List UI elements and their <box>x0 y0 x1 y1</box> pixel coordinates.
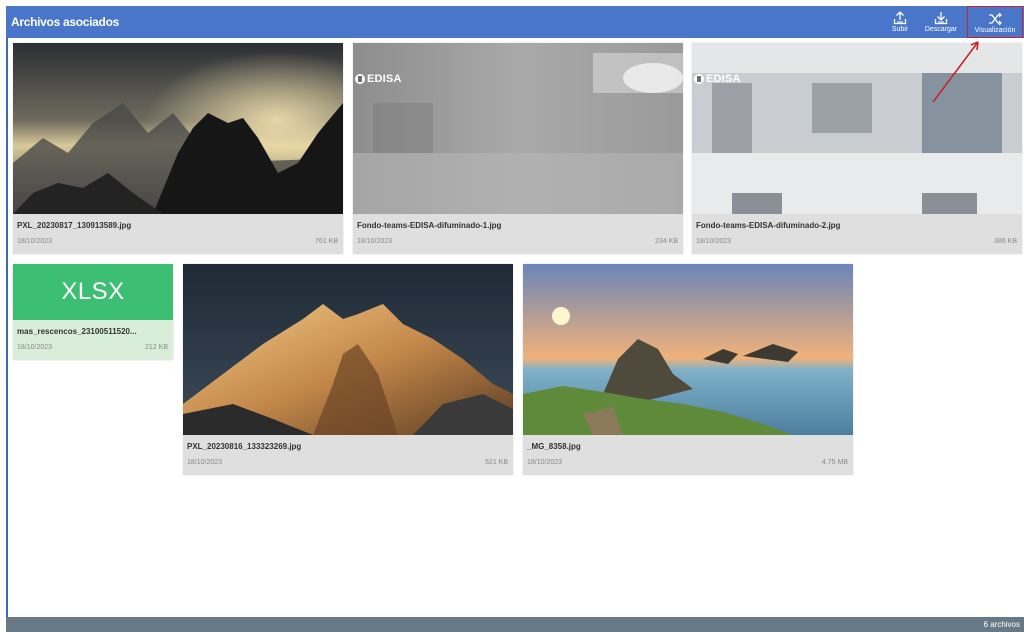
edisa-logo: EDISA <box>694 73 741 85</box>
file-count: 6 archivos <box>983 620 1020 629</box>
file-date: 18/10/2023 <box>527 459 563 466</box>
download-icon <box>934 12 948 25</box>
file-name: _MG_8358.jpg <box>527 442 581 451</box>
file-size: 761 KB <box>315 238 338 245</box>
file-date: 18/10/2023 <box>357 238 393 245</box>
file-card[interactable]: EDISA Fondo-teams-EDISA-difuminado-2.jpg… <box>692 43 1022 254</box>
file-card[interactable]: PXL_20230816_133323269.jpg 18/10/2023 52… <box>183 264 513 475</box>
file-size: 212 KB <box>145 344 168 351</box>
download-button[interactable]: Descargar <box>918 6 964 38</box>
file-info: _MG_8358.jpg 18/10/2023 4.75 MB <box>523 435 853 475</box>
file-name: PXL_20230816_133323269.jpg <box>187 442 302 451</box>
file-size: 521 KB <box>485 459 508 466</box>
visualization-button[interactable]: Visualización <box>967 6 1023 38</box>
file-card[interactable]: _MG_8358.jpg 18/10/2023 4.75 MB <box>523 264 853 475</box>
file-card[interactable]: PXL_20230817_130913589.jpg 18/10/2023 76… <box>13 43 343 254</box>
file-date: 18/10/2023 <box>17 238 53 245</box>
xlsx-file-icon: XLSX <box>13 264 173 320</box>
file-thumbnail <box>13 43 343 214</box>
file-card[interactable]: XLSX mas_rescencos_23100511520... 18/10/… <box>13 264 173 360</box>
file-info: PXL_20230817_130913589.jpg 18/10/2023 76… <box>13 214 343 254</box>
file-name: mas_rescencos_23100511520... <box>17 327 137 336</box>
file-size: 234 KB <box>655 238 678 245</box>
edisa-logo: EDISA <box>355 73 402 85</box>
shuffle-icon <box>989 12 1002 26</box>
file-info: Fondo-teams-EDISA-difuminado-1.jpg 18/10… <box>353 214 683 254</box>
file-name: PXL_20230817_130913589.jpg <box>17 221 132 230</box>
file-thumbnail <box>692 43 1022 214</box>
file-thumbnail <box>353 43 683 214</box>
status-bar: 6 archivos <box>6 617 1024 632</box>
file-size: 4.75 MB <box>821 459 848 466</box>
download-label: Descargar <box>924 26 958 33</box>
page-title: Archivos asociados <box>11 15 119 29</box>
upload-label: Subir <box>891 26 909 33</box>
file-date: 18/10/2023 <box>187 459 223 466</box>
upload-icon <box>893 11 907 25</box>
file-info: mas_rescencos_23100511520... 18/10/2023 … <box>13 320 173 360</box>
file-date: 18/10/2023 <box>17 344 53 351</box>
file-date: 18/10/2023 <box>696 238 732 245</box>
file-name: Fondo-teams-EDISA-difuminado-2.jpg <box>696 221 841 230</box>
file-thumbnail <box>183 264 513 435</box>
upload-button[interactable]: Subir <box>886 6 914 38</box>
file-card[interactable]: EDISA Fondo-teams-EDISA-difuminado-1.jpg… <box>353 43 683 254</box>
file-size: 386 KB <box>994 238 1017 245</box>
file-info: PXL_20230816_133323269.jpg 18/10/2023 52… <box>183 435 513 475</box>
file-name: Fondo-teams-EDISA-difuminado-1.jpg <box>357 221 502 230</box>
file-info: Fondo-teams-EDISA-difuminado-2.jpg 18/10… <box>692 214 1022 254</box>
visualization-label: Visualización <box>974 27 1016 34</box>
header-bar: Archivos asociados Subir Descargar Visua… <box>6 6 1024 38</box>
file-thumbnail <box>523 264 853 435</box>
